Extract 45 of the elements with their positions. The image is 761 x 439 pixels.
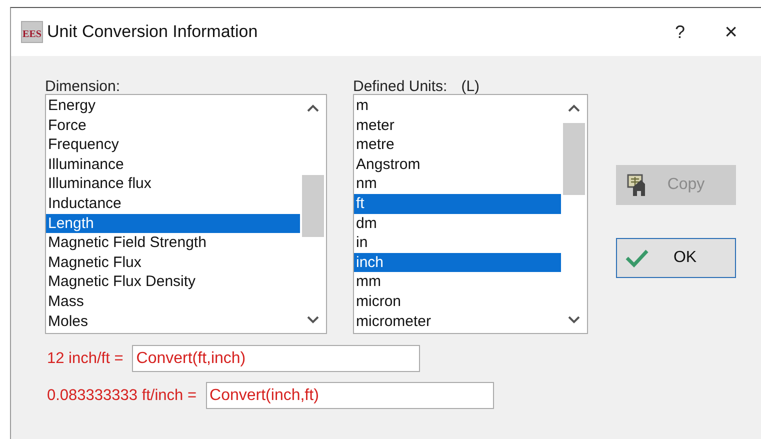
unit-item[interactable]: micrometer bbox=[354, 312, 561, 332]
unit-item[interactable]: in bbox=[354, 233, 561, 253]
dimension-list[interactable]: Energy Force Frequency Illuminance Illuminance flux Inductance Length Magnetic Field Strength Magnetic Flux Magnetic Flux Density Mass Moles bbox=[45, 94, 327, 334]
unit-item[interactable]: micron bbox=[354, 292, 561, 312]
dimension-item[interactable]: Length bbox=[46, 214, 300, 234]
dimension-item[interactable]: Inductance bbox=[46, 194, 300, 214]
scroll-down-icon[interactable] bbox=[307, 316, 319, 324]
unit-item[interactable]: nm bbox=[354, 174, 561, 194]
dimension-item[interactable]: Illuminance bbox=[46, 154, 300, 174]
unit-item[interactable]: Angstrom bbox=[354, 154, 561, 174]
unit-item[interactable]: mm bbox=[354, 272, 561, 292]
dimension-item[interactable]: Force bbox=[46, 116, 300, 136]
scrollbar-thumb[interactable] bbox=[563, 123, 585, 195]
unit-item[interactable]: inch bbox=[354, 252, 561, 272]
ok-button[interactable]: OK bbox=[616, 238, 736, 278]
unit-list[interactable]: m meter metre Angstrom nm ft dm in inch mm micron micrometer bbox=[353, 94, 588, 334]
scroll-down-icon[interactable] bbox=[568, 316, 580, 324]
unit-item[interactable]: m bbox=[354, 96, 561, 116]
scroll-up-icon[interactable] bbox=[307, 104, 319, 112]
formula-field[interactable]: Convert(inch,ft) bbox=[206, 382, 494, 409]
formula-field[interactable]: Convert(ft,inch) bbox=[132, 345, 420, 372]
unit-item[interactable]: meter bbox=[354, 116, 561, 136]
checkmark-icon bbox=[625, 248, 649, 268]
unit-item[interactable]: dm bbox=[354, 214, 561, 234]
scrollbar-thumb[interactable] bbox=[302, 175, 324, 237]
units-symbol: (L) bbox=[461, 78, 480, 94]
unit-item[interactable]: metre bbox=[354, 135, 561, 155]
dimension-item[interactable]: Energy bbox=[46, 96, 300, 116]
dimension-item[interactable]: Illuminance flux bbox=[46, 174, 300, 194]
help-button[interactable]: ? bbox=[659, 22, 701, 42]
dimension-item[interactable]: Magnetic Field Strength bbox=[46, 233, 300, 253]
dimension-label: Dimension: bbox=[45, 78, 120, 94]
dimension-item[interactable]: Magnetic Flux bbox=[46, 252, 300, 272]
units-label: Defined Units: bbox=[353, 78, 448, 94]
dimension-item[interactable]: Magnetic Flux Density bbox=[46, 272, 300, 292]
dimension-item[interactable]: Moles bbox=[46, 312, 300, 332]
unit-item[interactable]: ft bbox=[354, 194, 561, 214]
dimension-item[interactable]: Mass bbox=[46, 292, 300, 312]
close-button[interactable]: × bbox=[701, 19, 761, 45]
conversion-label: 0.083333333 ft/inch = bbox=[47, 386, 197, 404]
dimension-item[interactable]: Frequency bbox=[46, 135, 300, 155]
scroll-up-icon[interactable] bbox=[568, 104, 580, 112]
conversion-label: 12 inch/ft = bbox=[47, 350, 124, 368]
app-logo: EES bbox=[21, 21, 43, 43]
window-title: Unit Conversion Information bbox=[47, 22, 259, 42]
